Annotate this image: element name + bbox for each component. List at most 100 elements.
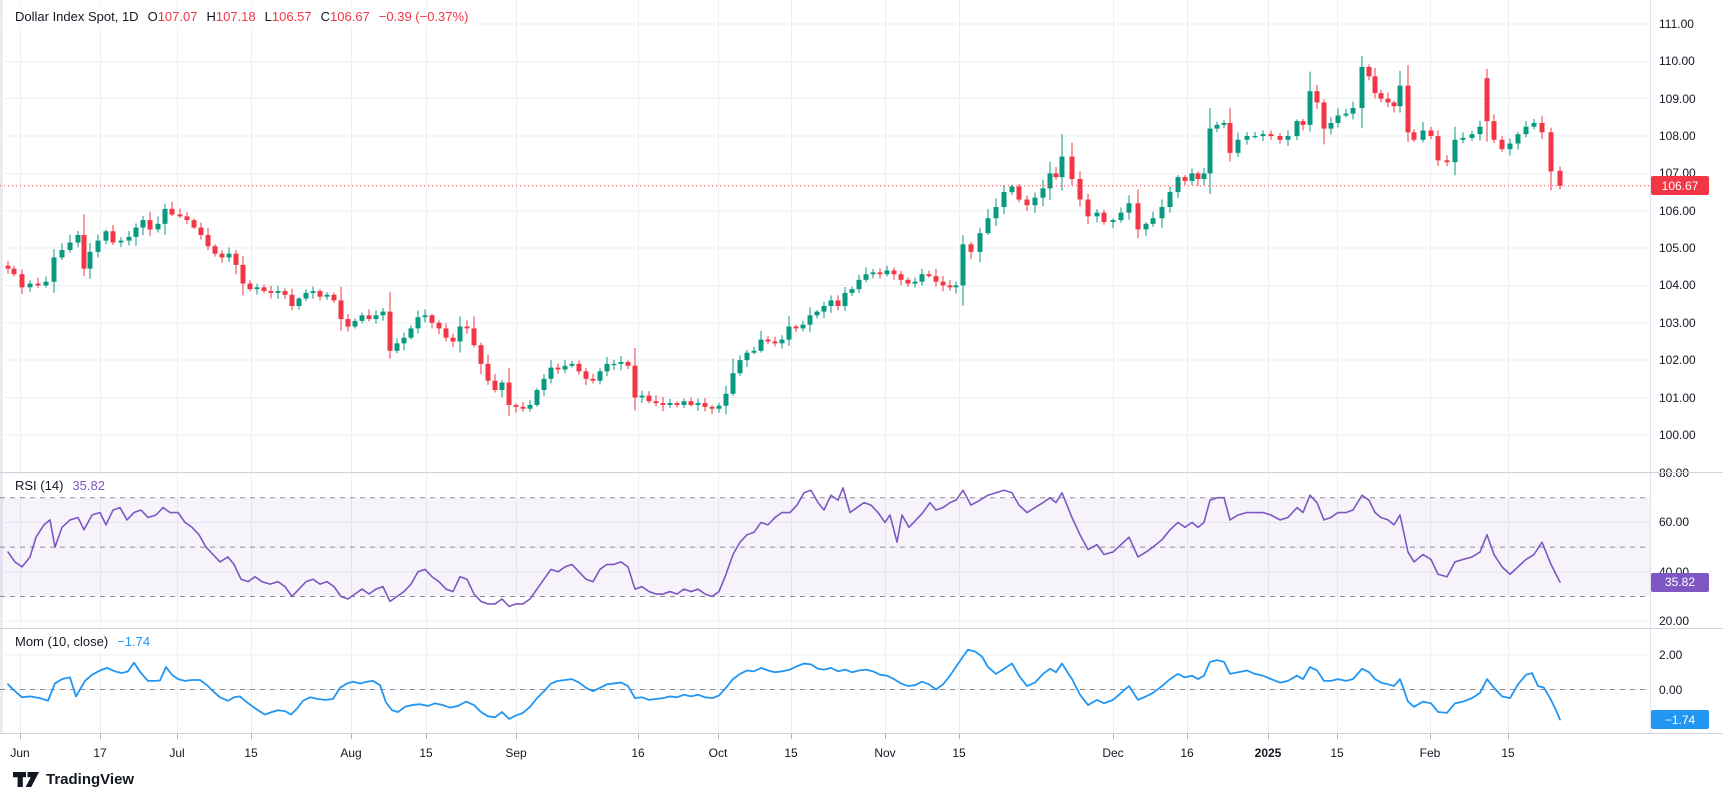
candle-series [5,55,1563,417]
candle-body [1135,203,1141,230]
candle-body [960,244,966,286]
momentum-indicator-title[interactable]: Mom (10, close) [15,633,108,650]
rsi-indicator-title[interactable]: RSI (14) [15,477,63,494]
time-axis-label: 17 [93,746,107,760]
candle-body [1277,136,1283,140]
candle-body [1214,124,1220,129]
pane-separator-rsi[interactable] [0,472,1723,473]
candle-body [1366,66,1372,77]
candle-body [744,352,750,361]
candle-body [75,235,81,243]
candle-body [604,363,610,372]
candle-body [793,326,799,329]
candle-body [618,362,624,364]
candle-body [1420,130,1426,140]
candle-body [1159,207,1165,219]
candle-body [1001,192,1007,208]
candle-body [110,231,116,243]
candle-body [884,270,890,275]
candle-body [527,404,533,409]
candle-body [772,341,778,344]
candle-body [667,403,673,405]
candle-body [43,281,49,286]
candle-body [1523,126,1529,135]
time-axis-label: 2025 [1254,746,1282,760]
candle-body [1260,134,1266,137]
candle-body [1009,186,1015,193]
candle-body [1032,197,1038,206]
candle-body [289,294,295,306]
candle-body [191,220,197,228]
candle-body [534,390,540,405]
candle-body [177,214,183,217]
candle-body [1469,134,1475,138]
candle-body [1235,139,1241,153]
candle-body [555,367,561,370]
ohlc-label: H [206,9,216,24]
candle-body [898,274,904,280]
candle-body [758,339,764,351]
candle-body [1201,173,1207,180]
time-axis-label: 15 [952,746,966,760]
ohlc-label: O [147,9,158,24]
tradingview-logo[interactable]: TradingView [13,771,134,788]
candle-body [814,311,820,316]
candle-body [1227,122,1233,153]
candle-body [155,223,161,230]
ohlc-item: O107.07 [148,8,198,25]
candle-body [1143,223,1149,230]
candle-body [1491,121,1497,140]
price-axis-label: 106.00 [1659,203,1696,218]
candle-body [205,235,211,247]
change-value: −0.39 (−0.37%) [378,9,469,24]
candle-body [1207,128,1213,174]
candle-body [919,274,925,282]
candle-body [19,274,25,288]
candle-body [646,395,652,402]
candle-body [1195,173,1201,180]
candle-body [1150,218,1156,224]
chart-panes[interactable] [0,0,1650,733]
candle-body [5,265,11,269]
ohlc-value: 106.67 [330,9,370,24]
candle-body [282,291,288,295]
time-axis-label: Sep [505,746,527,760]
candle-body [800,324,806,329]
ohlc-value: 107.07 [157,9,198,24]
candle-body [912,281,918,284]
candle-body [583,371,589,379]
time-axis-label: 15 [244,746,258,760]
time-axis-label: Oct [708,746,728,760]
candle-body [275,291,281,293]
candle-body [352,320,358,327]
candle-body [1300,121,1306,125]
candle-body [1531,122,1537,127]
momentum-value-badge: −1.74 [1651,710,1709,730]
candle-body [1053,173,1059,178]
candle-body [345,319,351,327]
candle-body [331,294,337,301]
candle-body [1385,98,1391,103]
time-axis[interactable]: Jun 17 Jul 15 Aug 15 Sep 16 Oct 15 Nov 15 Dec 16 2025 1… [0,733,1723,770]
candle-body [268,291,274,293]
price-axis[interactable]: 106.67 35.82 −1.74 111.00 110.00 109.00 108… [1650,0,1723,733]
candle-body [1118,212,1124,221]
rsi-value-badge: 35.82 [1651,572,1709,592]
time-axis-label: 15 [784,746,798,760]
pane-separator-momentum[interactable] [0,628,1723,629]
candle-body [723,393,729,406]
symbol-title[interactable]: Dollar Index Spot, 1D [15,8,139,25]
candle-body [443,328,449,338]
candle-body [947,285,953,288]
candle-body [401,337,407,344]
candle-body [1350,108,1356,114]
candle-body [541,378,547,391]
time-axis-label: 15 [419,746,433,760]
candle-body [1477,126,1483,135]
candle-body [1335,115,1341,123]
candle-body [709,406,715,409]
candle-body [506,382,512,405]
candle-body [450,337,456,342]
candle-body [953,285,959,288]
momentum-axis-label: 0.00 [1659,682,1683,697]
